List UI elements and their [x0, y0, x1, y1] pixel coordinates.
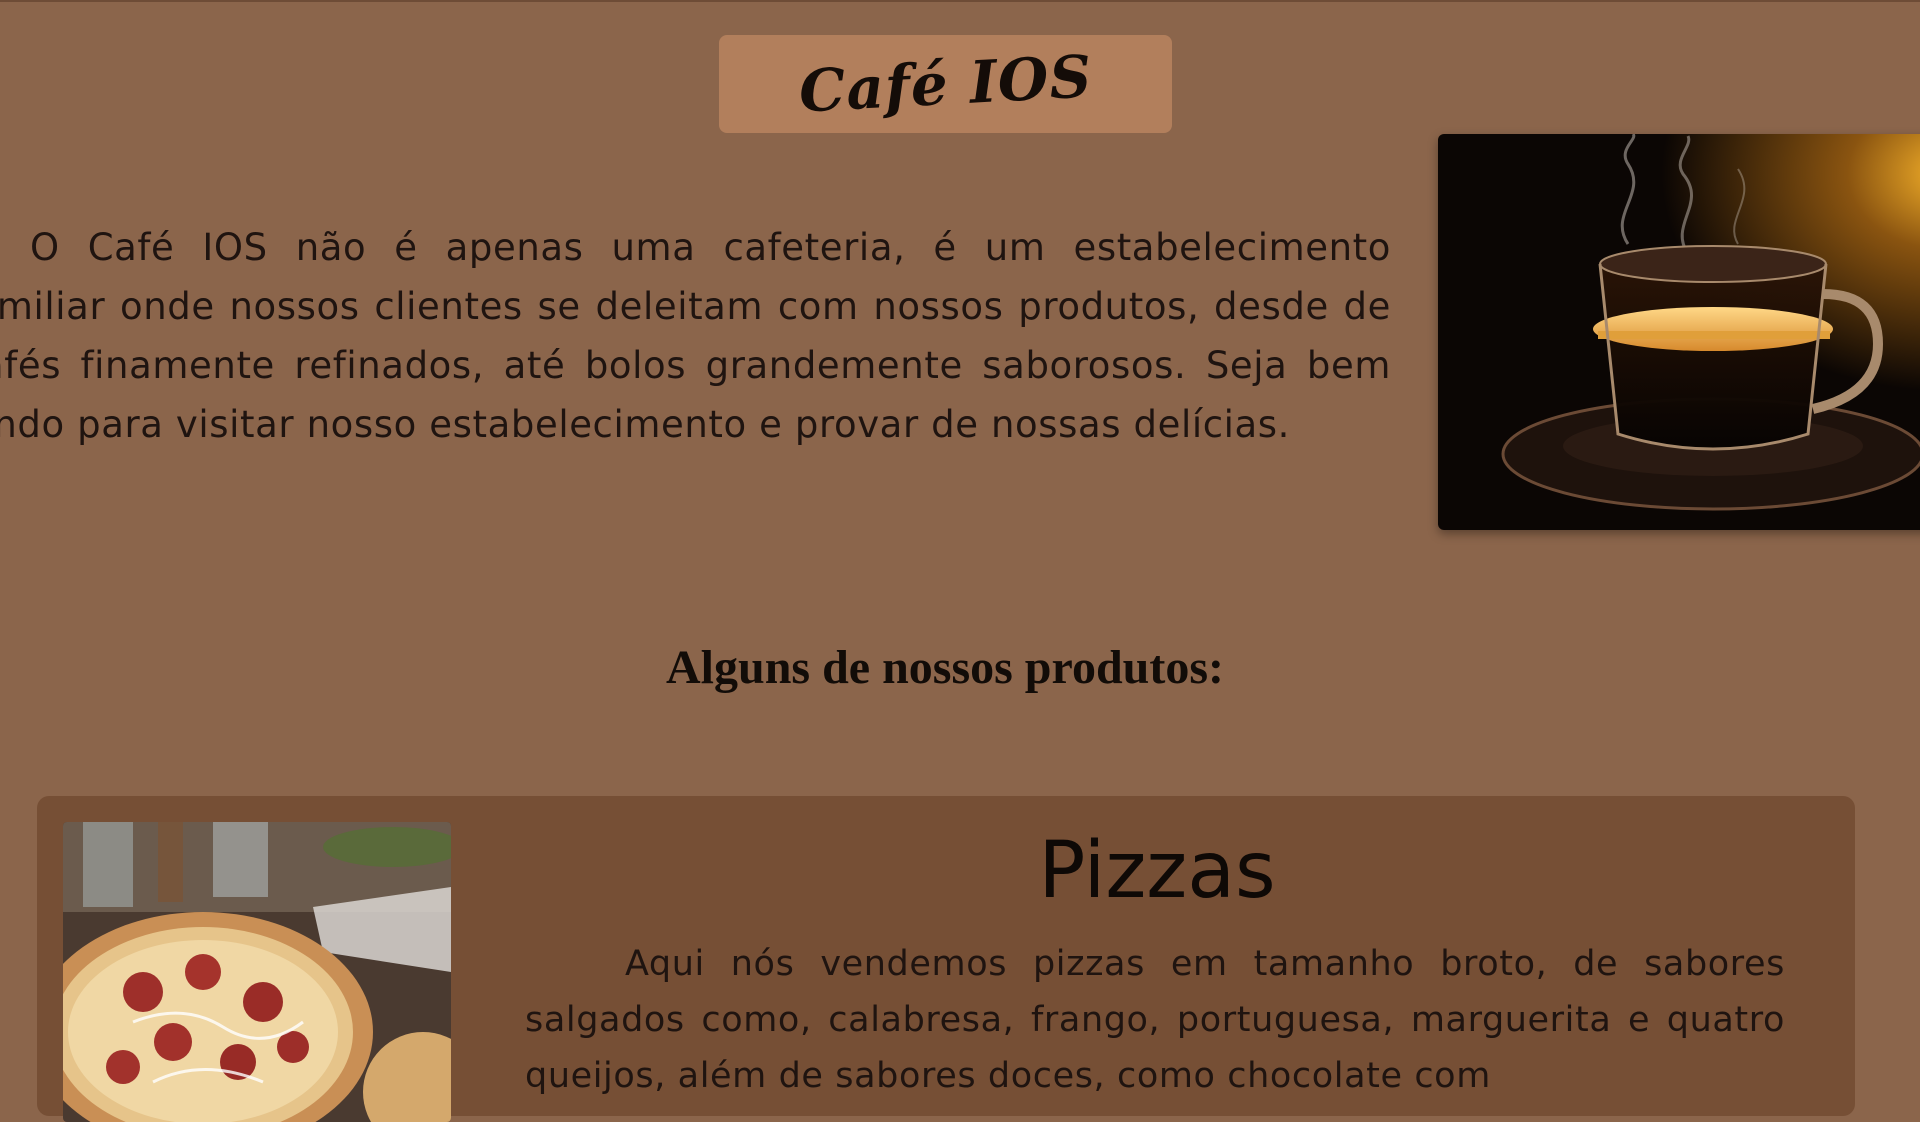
- intro-paragraph: O Café IOS não é apenas uma cafeteria, é…: [0, 226, 1391, 446]
- pizza-image: [63, 822, 451, 1122]
- coffee-cup-image: [1438, 134, 1920, 530]
- products-heading: Alguns de nossos produtos:: [666, 641, 1224, 694]
- site-title: Café IOS: [797, 42, 1094, 126]
- product-title: Pizzas: [1038, 826, 1276, 916]
- top-border: [0, 0, 1920, 2]
- site-title-banner: Café IOS: [719, 35, 1172, 133]
- product-card-pizzas: Pizzas Aqui nós vendemos pizzas em taman…: [37, 796, 1855, 1122]
- product-description: Aqui nós vendemos pizzas em tamanho brot…: [525, 944, 1785, 1096]
